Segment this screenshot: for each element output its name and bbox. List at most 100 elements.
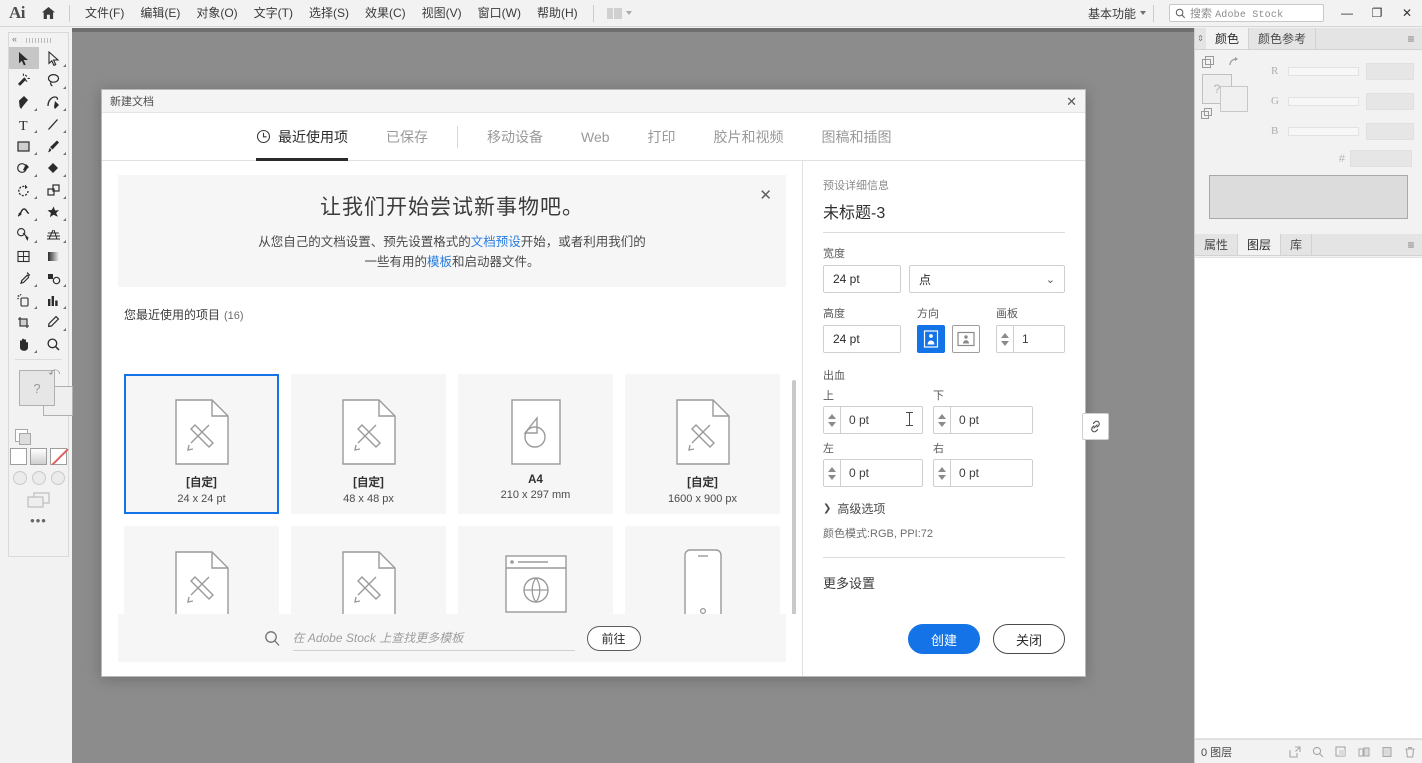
width-tool[interactable] bbox=[9, 201, 39, 223]
default-fill-stroke-icon[interactable] bbox=[15, 429, 31, 445]
zoom-tool[interactable] bbox=[39, 333, 69, 355]
maximize-button[interactable]: ❐ bbox=[1362, 0, 1392, 27]
channel-value-g[interactable] bbox=[1366, 92, 1414, 110]
close-window-button[interactable]: ✕ bbox=[1392, 0, 1422, 27]
color-swatch-icon[interactable] bbox=[1202, 56, 1215, 69]
scrollbar-thumb[interactable] bbox=[792, 380, 796, 614]
more-settings-button[interactable]: 更多设置 bbox=[823, 573, 1065, 592]
gradient-mode-button[interactable] bbox=[30, 448, 47, 465]
bleed-right-input[interactable]: 0 pt bbox=[950, 459, 1033, 487]
tab-saved[interactable]: 已保存 bbox=[367, 113, 447, 161]
mesh-tool[interactable] bbox=[9, 245, 39, 267]
orientation-landscape-button[interactable] bbox=[952, 325, 980, 353]
color-mode-button[interactable] bbox=[10, 448, 27, 465]
menu-edit[interactable]: 编辑(E) bbox=[132, 0, 188, 27]
recent-card-3[interactable]: A4 210 x 297 mm bbox=[458, 374, 613, 514]
bleed-top-input[interactable]: 0 pt bbox=[840, 406, 923, 434]
new-layer-icon[interactable] bbox=[1381, 746, 1393, 758]
scale-tool[interactable] bbox=[39, 179, 69, 201]
bleed-top-stepper[interactable] bbox=[823, 406, 840, 434]
search-icon[interactable] bbox=[1312, 746, 1324, 758]
revert-color-icon[interactable] bbox=[1228, 56, 1241, 69]
direct-selection-tool[interactable] bbox=[39, 47, 69, 69]
menu-view[interactable]: 视图(V) bbox=[414, 0, 470, 27]
stock-search-input[interactable]: 搜索 Adobe Stock bbox=[1169, 4, 1324, 22]
recent-card-2[interactable]: [自定] 48 x 48 px bbox=[291, 374, 446, 514]
workspace-chevron-down-icon[interactable] bbox=[1140, 11, 1146, 15]
draw-inside-button[interactable] bbox=[50, 471, 65, 485]
slider-track-r[interactable] bbox=[1288, 66, 1359, 76]
selection-tool[interactable] bbox=[9, 47, 39, 69]
shaper-tool[interactable] bbox=[9, 157, 39, 179]
menu-help[interactable]: 帮助(H) bbox=[529, 0, 586, 27]
magic-wand-tool[interactable] bbox=[9, 69, 39, 91]
edit-toolbar-icon[interactable]: ••• bbox=[9, 513, 68, 528]
bleed-left-stepper[interactable] bbox=[823, 459, 840, 487]
bleed-bottom-stepper[interactable] bbox=[933, 406, 950, 434]
color-panel-menu-icon[interactable]: ≡ bbox=[1400, 28, 1422, 49]
promo-close-icon[interactable]: ✕ bbox=[759, 186, 772, 204]
create-button[interactable]: 创建 bbox=[907, 624, 980, 654]
rotate-tool[interactable] bbox=[9, 179, 39, 201]
artboard-tool[interactable] bbox=[9, 311, 39, 333]
stock-go-button[interactable]: 前往 bbox=[586, 625, 641, 651]
bleed-right-stepper[interactable] bbox=[933, 459, 950, 487]
small-swatch-icon[interactable] bbox=[1201, 108, 1214, 121]
arrange-documents-button[interactable] bbox=[606, 7, 632, 19]
tab-web[interactable]: Web bbox=[562, 113, 629, 161]
channel-value-r[interactable] bbox=[1366, 62, 1414, 80]
minimize-button[interactable]: — bbox=[1332, 0, 1362, 27]
menu-window[interactable]: 窗口(W) bbox=[470, 0, 529, 27]
height-input[interactable]: 24 pt bbox=[823, 325, 901, 353]
recent-items-scroll-area[interactable]: 吓说d49b [自定] 24 x 24 pt bbox=[102, 374, 802, 614]
column-graph-tool[interactable] bbox=[39, 289, 69, 311]
recent-card-8[interactable] bbox=[625, 526, 780, 614]
rectangle-tool[interactable] bbox=[9, 135, 39, 157]
paintbrush-tool[interactable] bbox=[39, 135, 69, 157]
width-input[interactable]: 24 pt bbox=[823, 265, 901, 293]
lasso-tool[interactable] bbox=[39, 69, 69, 91]
document-name-input[interactable]: 未标题-3 bbox=[823, 199, 1065, 233]
recent-card-6[interactable] bbox=[291, 526, 446, 614]
document-preset-link[interactable]: 文档预设 bbox=[471, 235, 521, 249]
tab-film-video[interactable]: 胶片和视频 bbox=[695, 113, 803, 161]
tab-art-illustration[interactable]: 图稿和插图 bbox=[803, 113, 911, 161]
tab-color-guide[interactable]: 颜色参考 bbox=[1249, 28, 1317, 49]
menu-select[interactable]: 选择(S) bbox=[301, 0, 357, 27]
free-transform-tool[interactable] bbox=[39, 201, 69, 223]
artboards-stepper[interactable] bbox=[996, 325, 1013, 353]
color-slider-g[interactable]: G bbox=[1271, 86, 1414, 116]
make-clipping-mask-icon[interactable] bbox=[1335, 745, 1347, 758]
home-icon[interactable] bbox=[34, 0, 62, 27]
hand-tool[interactable] bbox=[9, 333, 39, 355]
stock-template-search-input[interactable]: 在 Adobe Stock 上查找更多模板 bbox=[292, 625, 575, 651]
close-button[interactable]: 关闭 bbox=[992, 624, 1065, 654]
collapse-tools-icon[interactable]: « bbox=[12, 34, 17, 44]
tab-recent[interactable]: 最近使用项 bbox=[237, 113, 367, 161]
eraser-tool[interactable] bbox=[39, 157, 69, 179]
bleed-left-input[interactable]: 0 pt bbox=[840, 459, 923, 487]
blend-tool[interactable] bbox=[39, 267, 69, 289]
line-segment-tool[interactable] bbox=[39, 113, 69, 135]
menu-file[interactable]: 文件(F) bbox=[77, 0, 132, 27]
shape-builder-tool[interactable] bbox=[9, 223, 39, 245]
tab-libraries[interactable]: 库 bbox=[1281, 234, 1313, 255]
color-stroke-swatch[interactable] bbox=[1220, 86, 1248, 112]
recent-card-7[interactable] bbox=[458, 526, 613, 614]
gradient-tool[interactable] bbox=[39, 245, 69, 267]
color-spectrum-strip[interactable] bbox=[1209, 175, 1408, 219]
layers-panel-menu-icon[interactable]: ≡ bbox=[1400, 234, 1422, 255]
artboards-input[interactable]: 1 bbox=[1013, 325, 1065, 353]
layers-list[interactable] bbox=[1195, 257, 1422, 739]
dialog-close-icon[interactable]: ✕ bbox=[1066, 95, 1077, 108]
unit-select[interactable]: 点 ⌄ bbox=[909, 265, 1065, 293]
tab-print[interactable]: 打印 bbox=[629, 113, 695, 161]
curvature-tool[interactable] bbox=[39, 91, 69, 113]
recent-card-4[interactable]: [自定] 1600 x 900 px bbox=[625, 374, 780, 514]
menu-type[interactable]: 文字(T) bbox=[246, 0, 301, 27]
perspective-grid-tool[interactable] bbox=[39, 223, 69, 245]
draw-normal-button[interactable] bbox=[12, 471, 27, 485]
tab-color[interactable]: 颜色 bbox=[1206, 28, 1250, 49]
hex-input[interactable] bbox=[1350, 150, 1412, 167]
color-slider-b[interactable]: B bbox=[1271, 116, 1414, 146]
